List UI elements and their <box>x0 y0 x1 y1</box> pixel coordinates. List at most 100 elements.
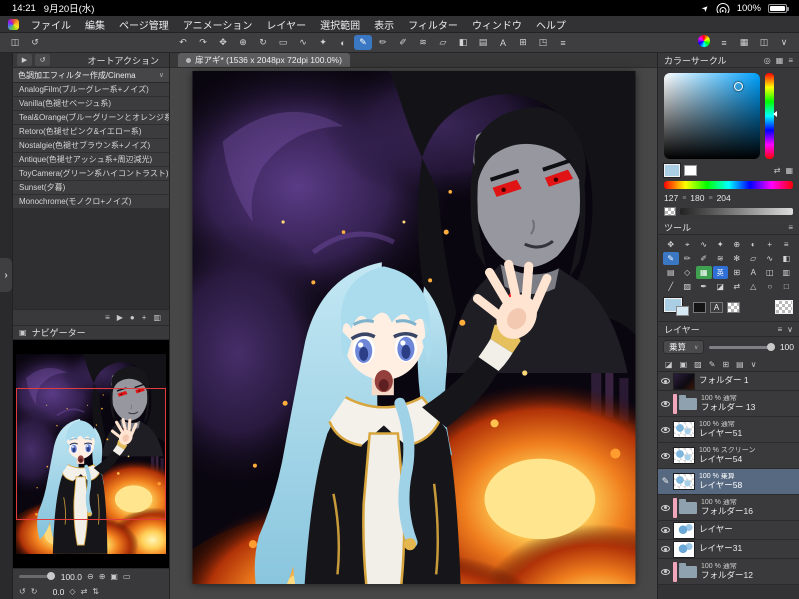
frame-icon[interactable]: ▥ <box>779 266 795 279</box>
menu-item[interactable]: アニメーション <box>176 17 260 32</box>
saturation-value-square[interactable] <box>664 73 760 159</box>
line-correct-icon[interactable]: ╱ <box>663 280 679 293</box>
zoom-icon[interactable]: ⊕ <box>234 35 252 50</box>
material-green-icon[interactable]: ▦ <box>696 266 712 279</box>
menu-item[interactable]: 編集 <box>78 17 112 32</box>
select-pen-icon[interactable]: ✒ <box>696 280 712 293</box>
menu-item[interactable]: ファイル <box>24 17 78 32</box>
navigator-preview[interactable] <box>13 340 169 568</box>
hand-icon[interactable]: ✥ <box>214 35 232 50</box>
english-icon[interactable]: 英 <box>712 266 728 279</box>
eye-icon[interactable] <box>658 504 673 511</box>
decoration-icon[interactable]: ✻ <box>729 252 745 265</box>
auto-action-item[interactable]: Monochrome(モノクロ+ノイズ) <box>13 195 169 209</box>
ruler-icon[interactable]: ⊞ <box>514 35 532 50</box>
menu-item[interactable]: レイヤー <box>259 17 313 32</box>
rotate-right-icon[interactable]: ↻ <box>31 587 38 596</box>
history-tab-icon[interactable]: ↺ <box>35 54 50 66</box>
transparent-color-chip[interactable] <box>664 207 676 216</box>
delete-icon[interactable]: ▥ <box>153 313 161 322</box>
list-icon[interactable]: ≡ <box>105 313 110 322</box>
color-cursor[interactable] <box>734 82 743 91</box>
auto-action-item[interactable]: Sunset(夕暮) <box>13 181 169 195</box>
undo-icon[interactable]: ↶ <box>174 35 192 50</box>
navigator-view-frame[interactable] <box>16 388 166 520</box>
fill-icon[interactable]: ◧ <box>454 35 472 50</box>
swatch-tab-icon[interactable]: ▦ <box>776 56 784 65</box>
canvas-workspace[interactable] <box>170 68 657 599</box>
gradient-icon[interactable]: ▤ <box>474 35 492 50</box>
auto-select-icon[interactable]: ✦ <box>713 238 729 251</box>
rect-select-icon[interactable]: ▭ <box>274 35 292 50</box>
layer-row[interactable]: 100 % スクリーン レイヤー54 <box>658 443 799 469</box>
auto-action-item[interactable]: Nostalgie(色褪せブラウン系+ノイズ) <box>13 139 169 153</box>
swap-colors-icon[interactable]: ⇄ <box>774 166 781 175</box>
menu-item[interactable]: 表示 <box>367 17 401 32</box>
red-value[interactable]: 127 <box>664 193 678 203</box>
operate-icon[interactable]: ⌖ <box>680 238 696 251</box>
flip-horizontal-icon[interactable]: ⇄ <box>81 587 88 596</box>
opacity-value[interactable]: 100 <box>780 342 794 352</box>
perspective-icon[interactable]: △ <box>746 280 762 293</box>
auto-action-item[interactable]: Retoro(色褪せピンク&イエロー系) <box>13 125 169 139</box>
zoom-icon[interactable]: ⊕ <box>729 238 745 251</box>
opacity-slider[interactable] <box>709 342 776 351</box>
layer-panel-title[interactable]: レイヤー <box>664 323 700 336</box>
navigator-tab-icon[interactable]: ▣ <box>19 328 27 337</box>
main-color-chip[interactable] <box>664 164 680 177</box>
zoom-slider[interactable] <box>19 572 55 580</box>
fit-screen-icon[interactable]: ▣ <box>110 572 118 581</box>
balloon-icon[interactable]: ◫ <box>762 266 778 279</box>
black-color-chip[interactable] <box>693 301 706 313</box>
hand-icon[interactable]: ✥ <box>663 238 679 251</box>
eye-icon[interactable] <box>658 400 673 407</box>
eyedropper-icon[interactable]: ◐ <box>746 238 762 251</box>
text-icon[interactable]: A <box>746 266 762 279</box>
palette-icon[interactable]: ▤ <box>736 360 744 369</box>
lock-icon[interactable]: ▣ <box>680 360 688 369</box>
eye-icon[interactable] <box>661 504 670 511</box>
symmetry-icon[interactable]: ⇄ <box>729 280 745 293</box>
pen-icon[interactable]: ✎ <box>354 35 372 50</box>
eye-icon[interactable] <box>661 568 670 575</box>
panels-icon[interactable]: ◫ <box>755 35 773 50</box>
draft-icon[interactable]: ✎ <box>709 360 716 369</box>
auto-action-set-selector[interactable]: 色調加工フィルター作成/Cinema ∨ <box>13 68 169 83</box>
document-tab[interactable]: 扉アギ* (1536 x 2048px 72dpi 100.0%) <box>178 53 350 67</box>
auto-action-item[interactable]: Teal&Orange(ブルーグリーンとオレンジ系) <box>13 111 169 125</box>
ruler-layer-icon[interactable]: ⊞ <box>722 360 729 369</box>
zoom-out-icon[interactable]: ⊖ <box>87 572 94 581</box>
transparent-chip[interactable] <box>727 301 740 313</box>
eye-icon[interactable] <box>661 426 670 433</box>
ruler-icon[interactable]: ⊞ <box>729 266 745 279</box>
reset-rotate-icon[interactable]: ◇ <box>69 587 75 596</box>
menu-item[interactable]: ページ管理 <box>112 17 176 32</box>
chevron-icon[interactable]: ∨ <box>751 360 757 369</box>
auto-action-tab-icon[interactable]: ▶ <box>17 54 32 66</box>
move-layer-icon[interactable]: + <box>762 238 778 251</box>
mesh-icon[interactable]: ▨ <box>680 280 696 293</box>
auto-action-panel-title[interactable]: オートアクション <box>87 54 159 67</box>
rotate-left-icon[interactable]: ↺ <box>19 587 26 596</box>
palette-grid-icon[interactable]: ▦ <box>785 166 793 175</box>
eraser-icon[interactable]: ▱ <box>746 252 762 265</box>
redo-icon[interactable]: ↷ <box>194 35 212 50</box>
play-icon[interactable]: ▶ <box>117 313 123 322</box>
lasso-icon[interactable]: ∿ <box>696 238 712 251</box>
zoom-in-icon[interactable]: ⊕ <box>99 572 106 581</box>
auto-select-icon[interactable]: ✦ <box>314 35 332 50</box>
sub-color-chip[interactable] <box>676 306 689 316</box>
color-panel-title[interactable]: カラーサークル <box>664 54 727 67</box>
eye-icon[interactable] <box>661 400 670 407</box>
eye-icon[interactable] <box>661 378 670 384</box>
panel-menu-icon[interactable]: ≡ <box>788 56 793 65</box>
airbrush-icon[interactable]: ≋ <box>414 35 432 50</box>
record-icon[interactable]: ● <box>130 313 135 322</box>
auto-action-item[interactable]: ToyCamera(グリーン系ハイコントラスト) <box>13 167 169 181</box>
blue-value[interactable]: 204 <box>717 193 731 203</box>
eye-icon[interactable] <box>658 527 673 533</box>
menu-item[interactable]: 選択範囲 <box>313 17 367 32</box>
flip-vertical-icon[interactable]: ⇅ <box>92 587 99 596</box>
eye-icon[interactable] <box>661 452 670 459</box>
menu-item[interactable]: フィルター <box>401 17 465 32</box>
